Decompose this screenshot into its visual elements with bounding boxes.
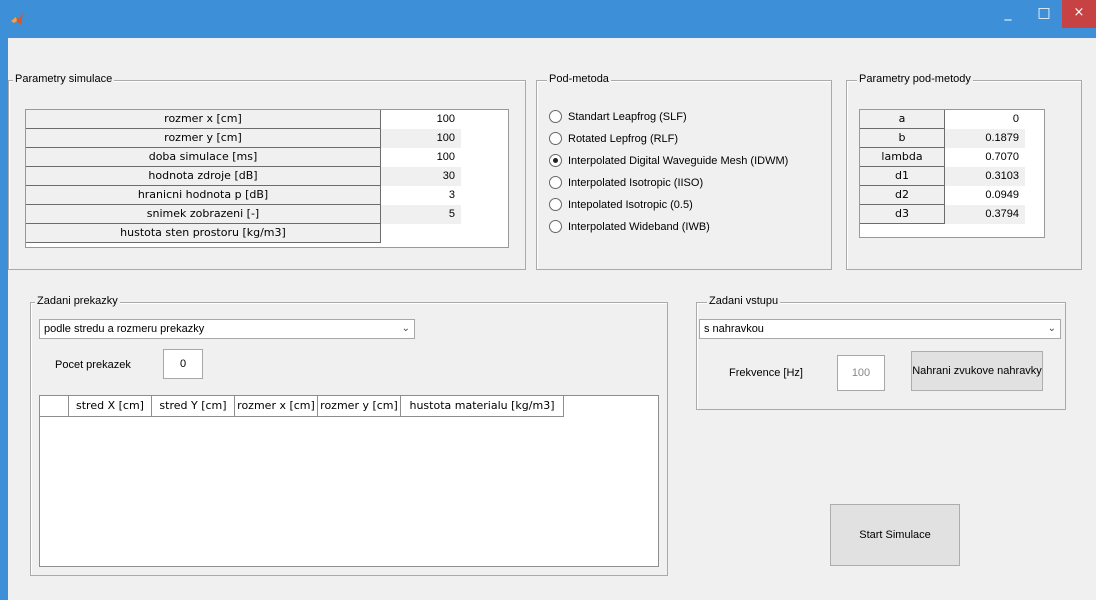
submethod-option-label: Interpolated Wideband (IWB) — [568, 221, 710, 233]
radio-button-icon[interactable] — [549, 197, 562, 211]
sim-param-name: rozmer x [cm] — [26, 110, 381, 129]
obstacles-panel: Zadani prekazky podle stredu a rozmeru p… — [30, 295, 668, 576]
sim-param-value[interactable]: 100 — [381, 129, 461, 148]
submethod-param-row: b 0.1879 — [860, 129, 1044, 148]
sim-param-row: hodnota zdroje [dB] 30 — [26, 167, 508, 186]
submethod-option[interactable]: Intepolated Isotropic (0.5) — [549, 197, 693, 213]
submethod-param-value[interactable]: 0.1879 — [945, 129, 1025, 148]
submethod-param-value[interactable]: 0.0949 — [945, 186, 1025, 205]
submethod-option[interactable]: Interpolated Digital Waveguide Mesh (IDW… — [549, 153, 788, 169]
obstacle-count-label: Pocet prekazek — [55, 359, 131, 371]
radio-button-icon[interactable] — [549, 153, 562, 167]
submethod-option[interactable]: Rotated Lepfrog (RLF) — [549, 131, 678, 147]
sim-param-name: doba simulace [ms] — [26, 148, 381, 167]
frequency-label: Frekvence [Hz] — [729, 367, 803, 379]
submethod-param-row: lambda 0.7070 — [860, 148, 1044, 167]
submethod-title: Pod-metoda — [547, 73, 611, 85]
submethod-option-label: Interpolated Isotropic (IISO) — [568, 177, 704, 189]
obstacle-mode-value: podle stredu a rozmeru prekazky — [44, 323, 205, 335]
submethod-option[interactable]: Interpolated Isotropic (IISO) — [549, 175, 703, 191]
sim-param-row: rozmer x [cm] 100 — [26, 110, 508, 129]
submethod-param-value[interactable]: 0.3794 — [945, 205, 1025, 224]
submethod-param-row: a0 — [860, 110, 1044, 129]
submethod-param-value[interactable]: 0.7070 — [945, 148, 1025, 167]
submethod-option-label: Standart Leapfrog (SLF) — [568, 111, 687, 123]
chevron-down-icon: ⌄ — [401, 323, 410, 334]
submethod-option-label: Interpolated Digital Waveguide Mesh (IDW… — [568, 155, 789, 167]
table-corner — [40, 396, 69, 417]
submethod-param-name: d1 — [860, 167, 945, 186]
obstacles-table[interactable]: stred X [cm] stred Y [cm] rozmer x [cm] roz… — [39, 395, 659, 567]
sim-param-row: hustota sten prostoru [kg/m3] — [26, 224, 508, 243]
radio-button-icon[interactable] — [549, 131, 562, 145]
sim-param-value[interactable]: 5 — [381, 205, 461, 224]
radio-button-icon[interactable] — [549, 219, 562, 233]
sim-param-name: hranicni hodnota p [dB] — [26, 186, 381, 205]
sim-param-name: hustota sten prostoru [kg/m3] — [26, 224, 381, 243]
radio-button-icon[interactable] — [549, 109, 562, 123]
input-mode-select[interactable]: s nahravkou ⌄ — [699, 319, 1061, 339]
minimize-button[interactable]: _ — [990, 0, 1026, 28]
submethod-param-name: a — [860, 110, 945, 129]
sim-param-value[interactable]: 100 — [381, 110, 461, 129]
column-header[interactable]: stred X [cm] — [69, 396, 152, 417]
sim-param-value[interactable]: 30 — [381, 167, 461, 186]
submethod-param-value[interactable]: 0 — [945, 110, 1025, 129]
chevron-down-icon: ⌄ — [1047, 323, 1056, 334]
input-mode-value: s nahravkou — [704, 323, 764, 335]
input-title: Zadani vstupu — [707, 295, 781, 307]
sim-params-table: rozmer x [cm] 100 rozmer y [cm] 100 doba sim… — [25, 109, 509, 248]
submethod-param-name: d2 — [860, 186, 945, 205]
submethod-param-value[interactable]: 0.3103 — [945, 167, 1025, 186]
title-bar: _ □ × — [0, 0, 1096, 38]
submethod-params-table: a 0 b 0.1879 lambda 0.7070 d1 0.3103 d2 0.0949 d3 0… — [859, 109, 1045, 238]
submethod-param-row: d3 0.3794 — [860, 205, 1044, 224]
submethod-param-name: lambda — [860, 148, 945, 167]
submethod-option[interactable]: Standart Leapfrog (SLF) — [549, 109, 687, 125]
frequency-input[interactable]: 100 — [837, 355, 885, 391]
matlab-logo-icon — [11, 13, 23, 25]
sim-params-title: Parametry simulace — [13, 73, 115, 85]
submethod-params-title: Parametry pod-metody — [857, 73, 973, 85]
submethod-param-name: d3 — [860, 205, 945, 224]
sim-param-row: rozmer y [cm] 100 — [26, 129, 508, 148]
record-button[interactable]: Nahrani zvukove nahravky — [911, 351, 1043, 391]
sim-param-value[interactable]: 3 — [381, 186, 461, 205]
sim-param-value[interactable] — [381, 224, 461, 243]
submethod-option-label: Rotated Lepfrog (RLF) — [568, 133, 679, 145]
start-simulation-button[interactable]: Start Simulace — [830, 504, 960, 566]
submethod-option[interactable]: Interpolated Wideband (IWB) — [549, 219, 710, 235]
submethod-param-row: d2 0.0949 — [860, 186, 1044, 205]
radio-button-icon[interactable] — [549, 175, 562, 189]
sim-param-row: doba simulace [ms] 100 — [26, 148, 508, 167]
sim-param-name: rozmer y [cm] — [26, 129, 381, 148]
obstacles-title: Zadani prekazky — [35, 295, 120, 307]
client-area: Parametry simulace rozmer x [cm] 100 rozme… — [8, 38, 1096, 600]
submethod-option-label: Intepolated Isotropic (0.5) — [568, 199, 693, 211]
sim-param-row: snimek zobrazeni [-] 5 — [26, 205, 508, 224]
submethod-params-panel: Parametry pod-metody a 0 b 0.1879 lambda 0.70… — [846, 73, 1082, 270]
column-header[interactable]: rozmer y [cm] — [318, 396, 401, 417]
maximize-button[interactable]: □ — [1026, 0, 1062, 28]
input-panel: Zadani vstupu s nahravkou ⌄ Frekvence [H… — [696, 295, 1066, 410]
window-frame — [0, 38, 8, 600]
submethod-param-row: d1 0.3103 — [860, 167, 1044, 186]
column-header[interactable]: hustota materialu [kg/m3] — [401, 396, 564, 417]
submethod-param-name: b — [860, 129, 945, 148]
sim-params-panel: Parametry simulace rozmer x [cm] 100 rozme… — [8, 73, 526, 270]
column-header[interactable]: stred Y [cm] — [152, 396, 235, 417]
sim-param-row: hranicni hodnota p [dB] 3 — [26, 186, 508, 205]
close-button[interactable]: × — [1062, 0, 1096, 28]
submethod-panel: Pod-metoda Standart Leapfrog (SLF) Rotate… — [536, 73, 832, 270]
obstacle-mode-select[interactable]: podle stredu a rozmeru prekazky ⌄ — [39, 319, 415, 339]
sim-param-name: snimek zobrazeni [-] — [26, 205, 381, 224]
sim-param-value[interactable]: 100 — [381, 148, 461, 167]
obstacle-count-input[interactable]: 0 — [163, 349, 203, 379]
sim-param-name: hodnota zdroje [dB] — [26, 167, 381, 186]
column-header[interactable]: rozmer x [cm] — [235, 396, 318, 417]
